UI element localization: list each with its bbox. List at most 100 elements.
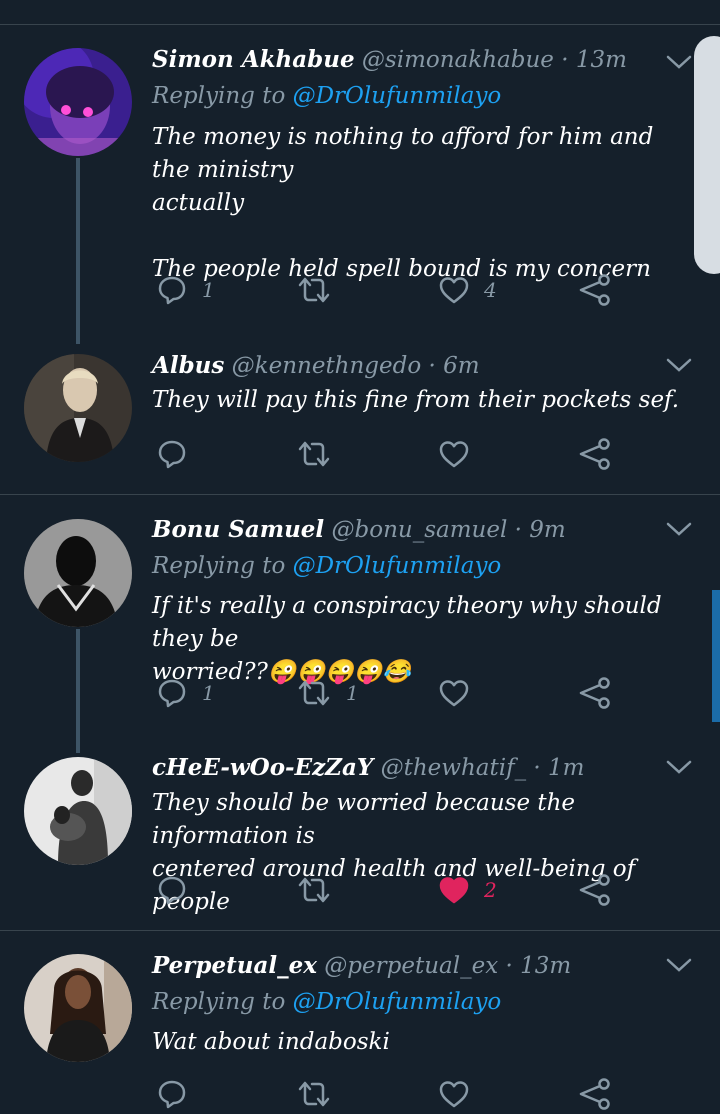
reply-icon — [158, 440, 186, 469]
retweet-icon — [298, 441, 330, 467]
tweet-header: cHeE-wOo-EzZaY @thewhatif_ · 1m — [152, 754, 585, 781]
user-handle[interactable]: @bonu_samuel — [332, 517, 508, 543]
share-icon — [579, 677, 610, 709]
share-button[interactable] — [578, 1074, 612, 1114]
like-count: 2 — [484, 878, 497, 902]
tweet-header: Bonu Samuel @bonu_samuel · 9m — [152, 516, 566, 543]
share-button[interactable] — [578, 270, 612, 310]
display-name[interactable]: Bonu Samuel — [152, 516, 324, 543]
reply-mention-link[interactable]: @DrOlufunmilayo — [293, 989, 502, 1015]
user-handle[interactable]: @perpetual_ex — [324, 953, 498, 979]
retweet-button[interactable] — [296, 1074, 332, 1114]
like-icon — [439, 680, 469, 707]
share-button[interactable] — [578, 434, 612, 474]
tweet-text-line: Wat about indaboski — [152, 1029, 390, 1055]
timestamp[interactable]: 13m — [520, 953, 571, 979]
tweet-text-line: They will pay this fine from their pocke… — [152, 387, 680, 413]
share-icon — [579, 1078, 610, 1110]
reply-button[interactable] — [156, 434, 202, 474]
chevron-down-icon[interactable] — [666, 521, 692, 537]
tweet-text-line: The money is nothing to afford for him a… — [152, 124, 654, 183]
reply-button[interactable] — [156, 1074, 188, 1114]
separator-dot: · — [505, 953, 513, 979]
replying-to-label: Replying to — [152, 553, 286, 579]
thread-connector — [76, 158, 80, 344]
retweet-icon — [298, 680, 330, 706]
like-icon — [439, 1081, 469, 1108]
reply-count: 1 — [202, 278, 215, 302]
tweet-header: Albus @kennethngedo · 6m — [152, 352, 480, 379]
tweet-text-line: They should be worried because the infor… — [152, 790, 576, 849]
separator-dot: · — [561, 47, 569, 73]
tweet-text: Wat about indaboski — [152, 1026, 697, 1059]
like-icon — [439, 277, 469, 304]
tweet-actions: 1 1 — [152, 673, 632, 713]
share-icon — [579, 874, 610, 906]
replying-to-label: Replying to — [152, 989, 286, 1015]
like-button[interactable]: 4 — [438, 270, 497, 310]
retweet-icon — [298, 877, 330, 903]
tweet-text-line: If it's really a conspiracy theory why s… — [152, 593, 662, 652]
avatar[interactable] — [24, 519, 132, 627]
retweet-button[interactable]: 1 — [296, 673, 359, 713]
timestamp[interactable]: 6m — [443, 353, 479, 379]
retweet-button[interactable] — [296, 434, 346, 474]
avatar[interactable] — [24, 757, 132, 865]
tweet-divider — [0, 930, 720, 931]
separator-dot: · — [428, 353, 436, 379]
avatar[interactable] — [24, 48, 132, 156]
tweet-actions: 1 4 — [152, 270, 632, 310]
reply-button[interactable]: 1 — [156, 270, 215, 310]
scrollbar-thumb[interactable] — [694, 36, 720, 274]
like-button[interactable]: 2 — [438, 870, 497, 910]
share-icon — [579, 438, 610, 470]
tweet-actions — [152, 1074, 632, 1114]
retweet-count: 1 — [346, 681, 359, 705]
avatar[interactable] — [24, 354, 132, 462]
avatar[interactable] — [24, 954, 132, 1062]
like-button[interactable] — [438, 673, 484, 713]
timestamp[interactable]: 13m — [576, 47, 627, 73]
separator-dot: · — [533, 755, 541, 781]
replying-to: Replying to @DrOlufunmilayo — [152, 83, 501, 109]
separator-dot: · — [514, 517, 522, 543]
user-handle[interactable]: @thewhatif_ — [381, 755, 527, 781]
retweet-button[interactable] — [296, 870, 346, 910]
reply-icon — [158, 876, 186, 905]
timestamp[interactable]: 1m — [548, 755, 584, 781]
timestamp[interactable]: 9m — [529, 517, 565, 543]
chevron-down-icon[interactable] — [666, 54, 692, 70]
scroll-position-indicator — [712, 590, 720, 722]
share-icon — [579, 274, 610, 306]
share-button[interactable] — [578, 673, 612, 713]
user-handle[interactable]: @kennethngedo — [232, 353, 422, 379]
replying-to-label: Replying to — [152, 83, 286, 109]
retweet-icon — [298, 277, 330, 303]
thread-connector — [76, 629, 80, 753]
reply-button[interactable] — [156, 870, 202, 910]
reply-button[interactable]: 1 — [156, 673, 215, 713]
tweet-actions — [152, 434, 632, 474]
reply-mention-link[interactable]: @DrOlufunmilayo — [293, 83, 502, 109]
like-icon — [439, 441, 469, 468]
user-handle[interactable]: @simonakhabue — [362, 47, 554, 73]
display-name[interactable]: Albus — [152, 352, 224, 379]
display-name[interactable]: cHeE-wOo-EzZaY — [152, 754, 373, 781]
like-button[interactable] — [438, 434, 484, 474]
tweet-actions: 2 — [152, 870, 632, 910]
display-name[interactable]: Simon Akhabue — [152, 46, 355, 73]
retweet-icon — [298, 1081, 330, 1107]
tweet-text: They will pay this fine from their pocke… — [152, 384, 697, 417]
like-button[interactable] — [438, 1074, 470, 1114]
chevron-down-icon[interactable] — [666, 759, 692, 775]
reply-mention-link[interactable]: @DrOlufunmilayo — [293, 553, 502, 579]
retweet-button[interactable] — [296, 270, 346, 310]
reply-icon — [158, 276, 186, 305]
tweet-header: Perpetual_ex @perpetual_ex · 13m — [152, 952, 571, 979]
chevron-down-icon[interactable] — [666, 357, 692, 373]
share-button[interactable] — [578, 870, 612, 910]
display-name[interactable]: Perpetual_ex — [152, 952, 317, 979]
chevron-down-icon[interactable] — [666, 957, 692, 973]
tweet-header: Simon Akhabue @simonakhabue · 13m — [152, 46, 627, 73]
like-icon — [439, 877, 469, 904]
